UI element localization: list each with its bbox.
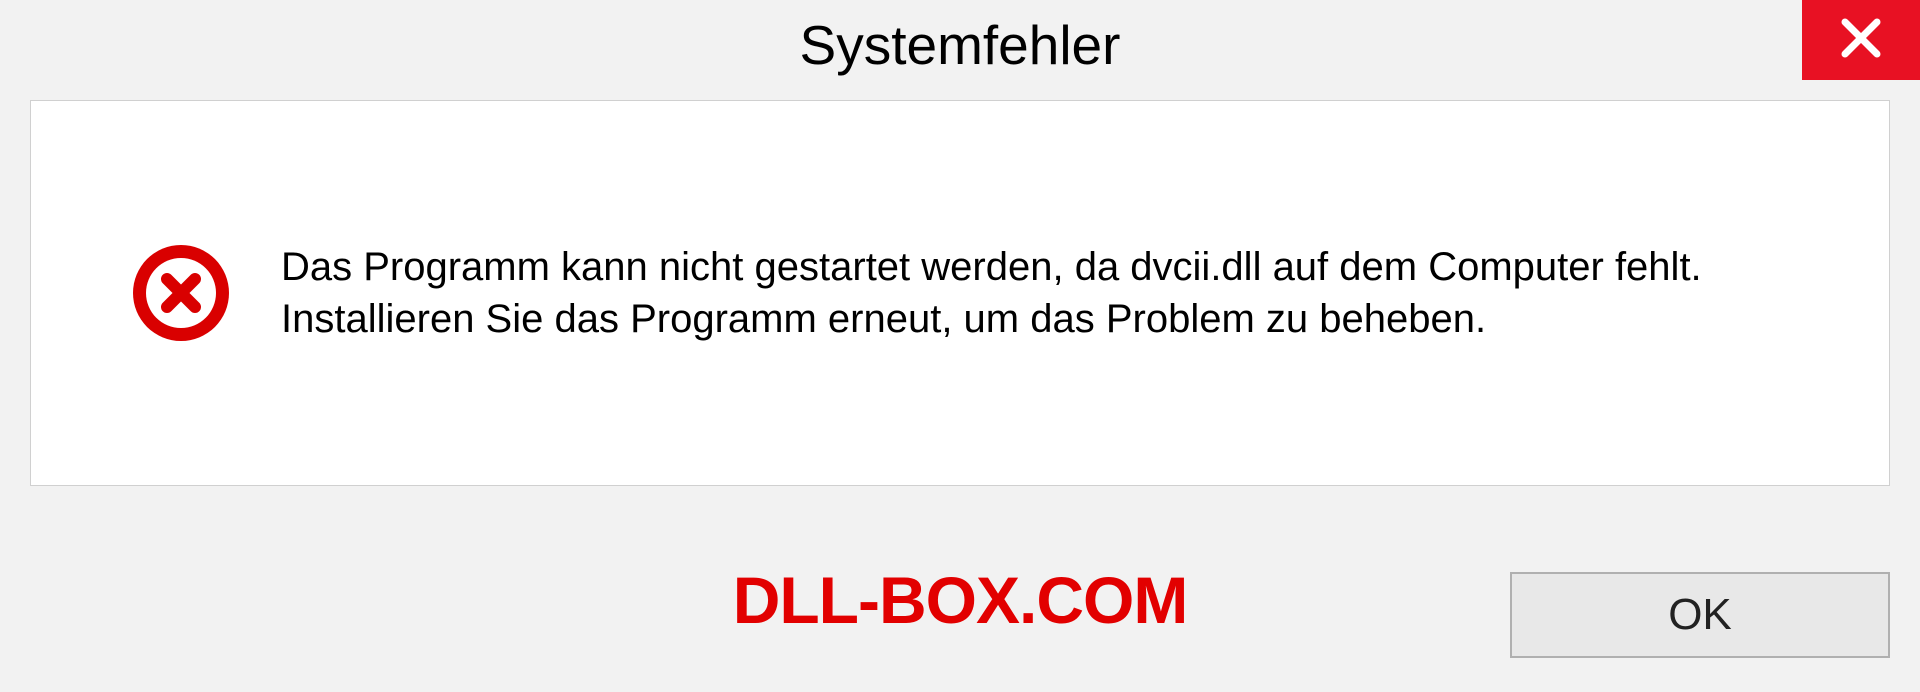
footer: DLL-BOX.COM OK bbox=[0, 507, 1920, 692]
error-icon bbox=[131, 243, 231, 343]
titlebar: Systemfehler bbox=[0, 0, 1920, 90]
close-icon bbox=[1839, 16, 1883, 65]
error-message: Das Programm kann nicht gestartet werden… bbox=[281, 241, 1819, 345]
dialog-title: Systemfehler bbox=[800, 13, 1121, 77]
content-panel: Das Programm kann nicht gestartet werden… bbox=[30, 100, 1890, 486]
ok-button[interactable]: OK bbox=[1510, 572, 1890, 658]
close-button[interactable] bbox=[1802, 0, 1920, 80]
watermark-text: DLL-BOX.COM bbox=[733, 562, 1188, 638]
